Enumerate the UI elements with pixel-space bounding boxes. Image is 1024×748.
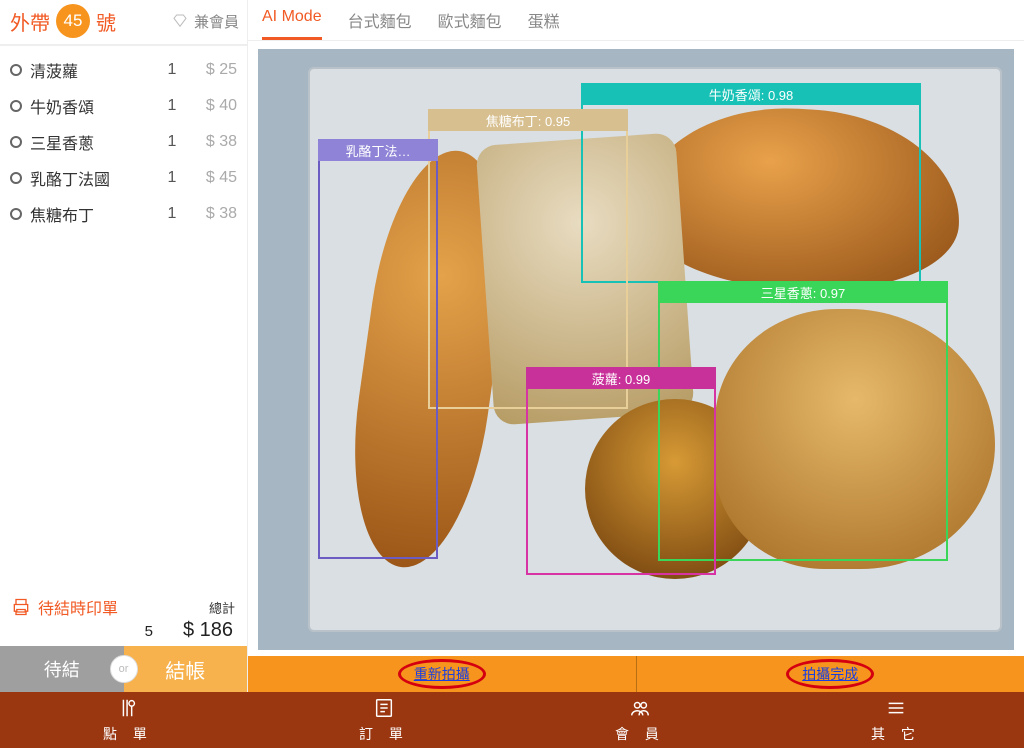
detection-label: 三星香蔥: 0.97	[658, 281, 948, 303]
nav-label: 會 員	[615, 724, 665, 744]
item-name: 牛奶香頌	[30, 94, 157, 118]
item-qty: 1	[157, 169, 187, 187]
hold-button[interactable]: 待結	[0, 646, 124, 692]
checkout-button[interactable]: 結帳	[124, 646, 248, 692]
tab-1[interactable]: 台式麵包	[348, 8, 412, 40]
nav-item-0[interactable]: 點 單	[0, 692, 256, 748]
order-sidebar: 外帶 45 號 兼會員 清菠蘿1$ 25牛奶香頌1$ 40三星香蔥1$ 38乳酪…	[0, 0, 248, 692]
item-price: $ 45	[187, 169, 237, 187]
camera-action-bar: 重新拍攝 拍攝完成	[248, 656, 1024, 692]
order-number-badge[interactable]: 45	[56, 4, 90, 38]
order-item[interactable]: 三星香蔥1$ 38	[10, 124, 237, 160]
item-price: $ 25	[187, 61, 237, 79]
detection-box[interactable]: 菠蘿: 0.99	[526, 367, 716, 575]
order-item[interactable]: 清菠蘿1$ 25	[10, 52, 237, 88]
item-name: 焦糖布丁	[30, 202, 157, 226]
order-item[interactable]: 乳酪丁法國1$ 45	[10, 160, 237, 196]
total-label: 總計	[209, 598, 235, 617]
radio-icon	[10, 64, 22, 76]
nav-icon	[629, 697, 651, 722]
sidebar-actions: 待結 or 結帳	[0, 646, 247, 692]
order-summary: 待結時印單 總計 5 $ 186	[0, 589, 247, 646]
printer-icon[interactable]	[10, 597, 32, 617]
tab-2[interactable]: 歐式麵包	[438, 8, 502, 40]
retake-label: 重新拍攝	[414, 664, 470, 684]
nav-label: 訂 單	[359, 724, 409, 744]
main-pane: AI Mode 台式麵包歐式麵包蛋糕 牛奶香頌: 0.98 焦糖布丁: 0.95 乳酪…	[248, 0, 1024, 692]
order-item[interactable]: 牛奶香頌1$ 40	[10, 88, 237, 124]
nav-icon	[117, 697, 139, 722]
nav-label: 點 單	[103, 724, 153, 744]
done-label: 拍攝完成	[802, 664, 858, 684]
nav-item-2[interactable]: 會 員	[512, 692, 768, 748]
item-price: $ 40	[187, 97, 237, 115]
detection-box[interactable]: 焦糖布丁: 0.95	[428, 109, 628, 409]
nav-icon	[885, 697, 907, 722]
category-tabs: AI Mode 台式麵包歐式麵包蛋糕	[248, 0, 1024, 41]
nav-label: 其 它	[871, 724, 921, 744]
item-qty: 1	[157, 97, 187, 115]
item-name: 三星香蔥	[30, 130, 157, 154]
takeout-label: 外帶	[10, 7, 50, 36]
member-chip[interactable]: 兼會員	[172, 11, 239, 32]
tab-0[interactable]: AI Mode	[262, 8, 322, 40]
or-divider: or	[110, 655, 138, 683]
print-label[interactable]: 待結時印單	[38, 595, 209, 619]
radio-icon	[10, 136, 22, 148]
item-qty: 1	[157, 61, 187, 79]
item-price: $ 38	[187, 133, 237, 151]
diamond-icon	[172, 13, 188, 29]
item-name: 乳酪丁法國	[30, 166, 157, 190]
hao-label: 號	[96, 7, 116, 36]
item-price: $ 38	[187, 205, 237, 223]
detection-label: 牛奶香頌: 0.98	[581, 83, 921, 105]
retake-button[interactable]: 重新拍攝	[248, 656, 636, 692]
total-price: $ 186	[183, 619, 233, 642]
member-label: 兼會員	[194, 11, 239, 32]
nav-item-3[interactable]: 其 它	[768, 692, 1024, 748]
detection-label: 菠蘿: 0.99	[526, 367, 716, 389]
tab-3[interactable]: 蛋糕	[528, 8, 560, 40]
order-items: 清菠蘿1$ 25牛奶香頌1$ 40三星香蔥1$ 38乳酪丁法國1$ 45焦糖布丁…	[0, 46, 247, 589]
total-qty: 5	[145, 623, 153, 640]
sidebar-header: 外帶 45 號 兼會員	[0, 0, 247, 46]
detection-box[interactable]: 乳酪丁法…	[318, 139, 438, 559]
bottom-nav: 點 單訂 單會 員其 它	[0, 692, 1024, 748]
order-item[interactable]: 焦糖布丁1$ 38	[10, 196, 237, 232]
done-button[interactable]: 拍攝完成	[636, 656, 1024, 692]
nav-icon	[373, 697, 395, 722]
camera-preview[interactable]: 牛奶香頌: 0.98 焦糖布丁: 0.95 乳酪丁法… 三星香蔥: 0.97 菠蘿: 0…	[258, 49, 1014, 650]
item-qty: 1	[157, 205, 187, 223]
detection-box[interactable]: 牛奶香頌: 0.98	[581, 83, 921, 283]
radio-icon	[10, 100, 22, 112]
item-name: 清菠蘿	[30, 58, 157, 82]
detection-label: 焦糖布丁: 0.95	[428, 109, 628, 131]
item-qty: 1	[157, 133, 187, 151]
radio-icon	[10, 172, 22, 184]
radio-icon	[10, 208, 22, 220]
nav-item-1[interactable]: 訂 單	[256, 692, 512, 748]
detection-label: 乳酪丁法…	[318, 139, 438, 161]
